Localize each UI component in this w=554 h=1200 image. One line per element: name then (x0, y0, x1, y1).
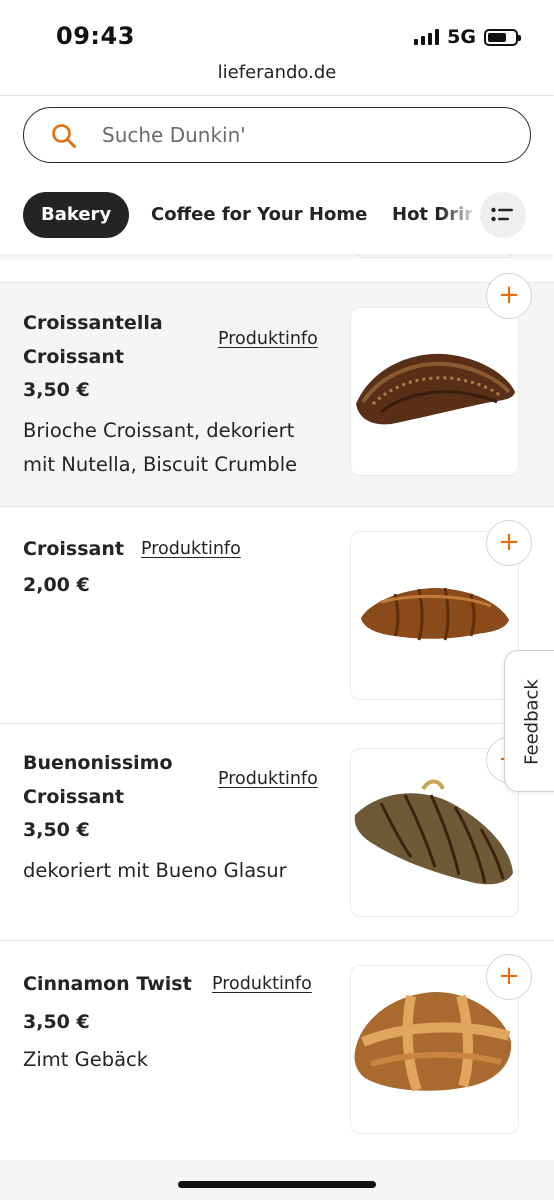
status-bar: 09:43 5G (0, 0, 554, 62)
item-name: Croissantella Croissant (23, 312, 163, 368)
browser-url[interactable]: lieferando.de (0, 62, 554, 96)
menu-list: Croissantella Croissant Produktinfo 3,50… (0, 254, 554, 1200)
list-filter-icon (491, 207, 513, 222)
product-info-link[interactable]: Produktinfo (218, 769, 318, 789)
item-price: 3,50 € (23, 379, 90, 401)
menu-item-croissant[interactable]: Croissant Produktinfo 2,00 € + (0, 507, 554, 724)
network-label: 5G (447, 26, 476, 48)
product-info-link[interactable]: Produktinfo (212, 974, 312, 994)
list-bottom-strip (0, 1160, 554, 1200)
category-tabs: Bakery Coffee for Your Home Hot Drin (0, 192, 554, 238)
category-list-button[interactable] (480, 192, 526, 238)
item-name: Croissant (23, 538, 124, 560)
tabs-fade (440, 192, 480, 238)
item-name: Cinnamon Twist (23, 973, 192, 995)
item-price: 3,50 € (23, 819, 90, 841)
battery-icon (484, 28, 521, 46)
product-info-link[interactable]: Produktinfo (141, 539, 241, 559)
plus-icon: + (498, 280, 520, 310)
menu-header: Bakery Coffee for Your Home Hot Drin (0, 96, 554, 254)
menu-item-croissantella[interactable]: Croissantella Croissant Produktinfo 3,50… (0, 273, 554, 507)
item-image[interactable] (350, 307, 519, 476)
menu-item-cinnamon-twist[interactable]: Cinnamon Twist Produktinfo 3,50 € Zimt G… (0, 941, 554, 1160)
home-indicator[interactable] (178, 1181, 376, 1188)
status-time: 09:43 (56, 22, 135, 50)
item-price: 2,00 € (23, 574, 90, 596)
add-item-button[interactable]: + (486, 273, 532, 319)
feedback-label: Feedback (521, 679, 543, 765)
tab-bakery[interactable]: Bakery (23, 192, 130, 238)
item-price: 3,50 € (23, 1011, 90, 1033)
search-input[interactable] (102, 120, 502, 150)
item-name: Buenonissimo Croissant (23, 752, 173, 808)
previous-item-edge (0, 254, 554, 283)
add-item-button[interactable]: + (486, 520, 532, 566)
search-icon (52, 124, 76, 148)
menu-item-buenonissimo[interactable]: Buenonissimo Croissant Produktinfo 3,50 … (0, 724, 554, 941)
item-description: Brioche Croissant, dekoriert mit Nutella… (23, 419, 298, 476)
item-description: dekoriert mit Bueno Glasur (23, 859, 287, 882)
status-indicators: 5G (414, 26, 521, 48)
add-item-button[interactable]: + (486, 954, 532, 1000)
plus-icon: + (498, 961, 520, 991)
product-info-link[interactable]: Produktinfo (218, 329, 318, 349)
feedback-button[interactable]: Feedback (504, 650, 554, 792)
search-box[interactable] (23, 107, 531, 163)
plus-icon: + (498, 527, 520, 557)
item-description: Zimt Gebäck (23, 1048, 149, 1071)
app-screen: 09:43 5G lieferando.de Bakery Coffee for… (0, 0, 554, 1200)
signal-icon (414, 29, 440, 45)
tab-coffee-for-your-home[interactable]: Coffee for Your Home (151, 192, 367, 238)
